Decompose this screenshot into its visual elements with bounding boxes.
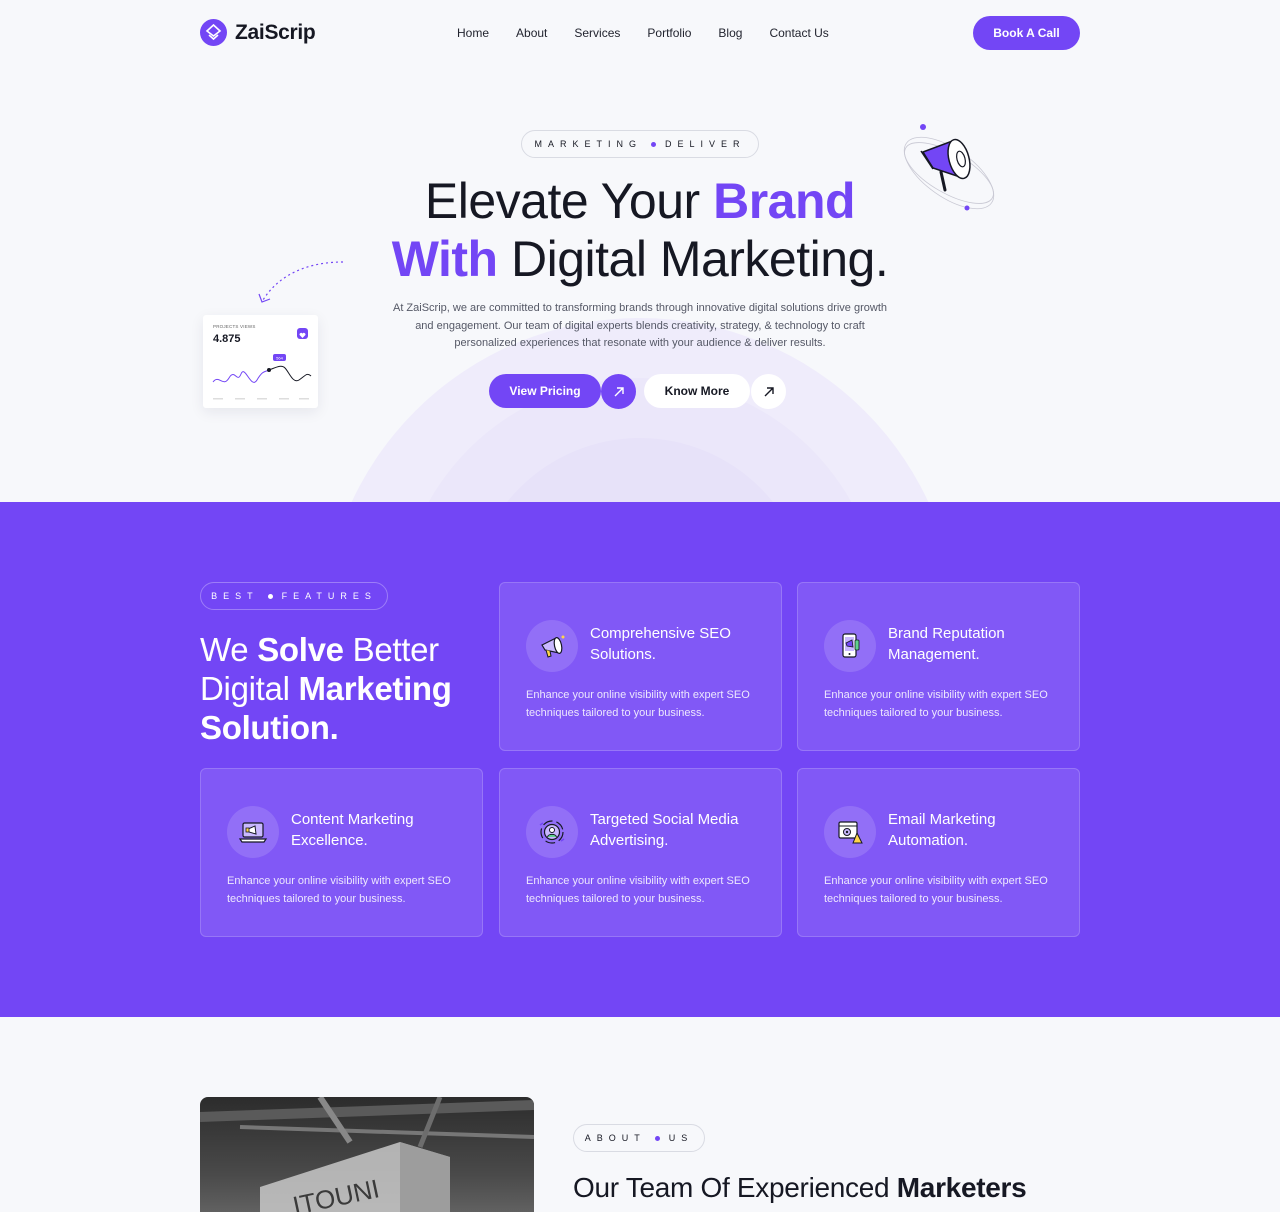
main-menu: Home About Services Portfolio Blog Conta…	[457, 26, 829, 40]
nav-link-home[interactable]: Home	[457, 26, 489, 40]
card-description: Enhance your online visibility with expe…	[824, 875, 1048, 905]
view-pricing-button[interactable]: View Pricing	[489, 374, 601, 408]
feature-card-social[interactable]: Targeted Social Media Advertising. Enhan…	[499, 768, 782, 937]
hero-description: At ZaiScrip, we are committed to transfo…	[392, 302, 887, 349]
tagline-word: FEATURES	[281, 591, 377, 601]
arrow-up-right-icon	[764, 386, 774, 396]
tagline-word: DELIVER	[665, 139, 746, 149]
chart-badge: 564	[276, 355, 283, 360]
card-description: Enhance your online visibility with expe…	[824, 689, 1048, 719]
tagline-dot	[654, 1135, 660, 1141]
card-description: Enhance your online visibility with expe…	[526, 689, 750, 719]
heading-bold: Marketers	[896, 1172, 1027, 1203]
dashed-arrow-icon	[258, 261, 344, 303]
feature-card-email[interactable]: Email Marketing Automation. Enhance your…	[797, 768, 1080, 937]
card-title: Comprehensive SEO Solutions.	[590, 625, 731, 663]
title-accent: With	[391, 231, 498, 287]
megaphone-illustration	[903, 124, 995, 211]
feature-card-content[interactable]: Content Marketing Excellence. Enhance yo…	[200, 768, 483, 937]
tagline-word: US	[668, 1133, 694, 1143]
heart-icon	[297, 328, 308, 339]
card-title: Content Marketing Excellence.	[291, 811, 414, 849]
card-title: Targeted Social Media Advertising.	[590, 811, 739, 849]
card-description: Enhance your online visibility with expe…	[526, 875, 750, 905]
logo-text: ZaiScrip	[235, 20, 316, 44]
social-target-icon	[526, 806, 578, 858]
know-more-button[interactable]: Know More	[644, 374, 750, 408]
tagline-word: ABOUT	[584, 1133, 646, 1143]
tagline-dot	[651, 141, 656, 147]
nav-link-services[interactable]: Services	[574, 26, 620, 40]
logo-icon	[200, 19, 227, 46]
know-more-arrow-button[interactable]	[751, 374, 786, 409]
title-text: Digital Marketing.	[510, 231, 889, 287]
email-automation-icon	[824, 806, 876, 858]
card-title: Brand Reputation Management.	[888, 625, 1005, 663]
features-tagline-pill: BEST FEATURES	[200, 582, 388, 610]
hero-title-line-2: With Digital Marketing.	[0, 230, 1280, 288]
heading-text: Our Team Of Experienced	[573, 1172, 897, 1203]
tagline-word: BEST	[211, 591, 259, 601]
title-text: Elevate Your	[424, 173, 700, 229]
tagline-word: MARKETING	[534, 139, 642, 149]
brand-logo[interactable]: ZaiScrip	[200, 19, 316, 46]
hero-section: MARKETING DELIVER Elevate Your Brand Wit…	[0, 68, 1280, 502]
view-pricing-arrow-button[interactable]	[601, 374, 636, 409]
hero-title-line-1: Elevate Your Brand	[0, 172, 1280, 230]
nav-link-blog[interactable]: Blog	[718, 26, 742, 40]
about-office-image: ITOUNI	[200, 1097, 534, 1212]
laptop-megaphone-icon	[227, 806, 279, 858]
features-heading: We Solve Better Digital Marketing Soluti…	[200, 630, 490, 747]
heading-text: We	[200, 631, 258, 668]
card-description: Enhance your online visibility with expe…	[227, 875, 451, 905]
top-navigation: ZaiScrip Home About Services Portfolio B…	[0, 0, 1280, 68]
about-tagline-pill: ABOUT US	[573, 1124, 705, 1152]
features-section: BEST FEATURES We Solve Better Digital Ma…	[0, 502, 1280, 1017]
views-sparkline: 564	[212, 354, 312, 400]
about-heading: Our Team Of Experienced Marketers	[573, 1172, 1027, 1204]
title-accent: Brand	[713, 173, 856, 229]
project-views-card: PROJECTS VIEWS 4.875 564	[203, 315, 318, 408]
hero-tagline-pill: MARKETING DELIVER	[521, 130, 759, 158]
megaphone-icon	[526, 620, 578, 672]
nav-link-contact[interactable]: Contact Us	[769, 26, 828, 40]
feature-card-seo[interactable]: Comprehensive SEO Solutions. Enhance you…	[499, 582, 782, 751]
heading-bold: Solve	[257, 631, 344, 668]
phone-megaphone-icon	[824, 620, 876, 672]
card-title: Email Marketing Automation.	[888, 811, 996, 849]
tagline-dot	[267, 593, 273, 599]
feature-card-reputation[interactable]: Brand Reputation Management. Enhance you…	[797, 582, 1080, 751]
nav-link-about[interactable]: About	[516, 26, 547, 40]
nav-link-portfolio[interactable]: Portfolio	[647, 26, 691, 40]
arrow-up-right-icon	[614, 386, 624, 396]
stat-label: PROJECTS VIEWS	[213, 324, 256, 329]
book-a-call-button[interactable]: Book A Call	[973, 16, 1080, 50]
stat-value: 4.875	[213, 333, 241, 345]
